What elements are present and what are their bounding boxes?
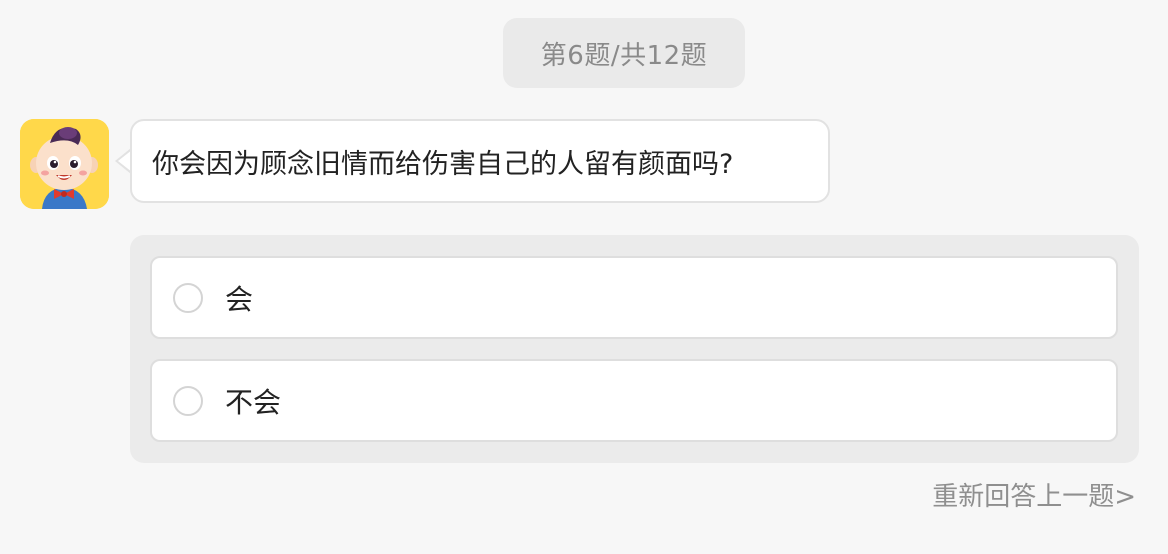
answer-option-label: 不会 [225,385,282,419]
answer-option-yes[interactable]: 会 [150,256,1118,339]
answer-options-panel: 会 不会 [130,235,1139,463]
question-bubble: 你会因为顾念旧情而给伤害自己的人留有颜面吗? [130,119,830,203]
answer-option-label: 会 [225,282,254,316]
question-text: 你会因为顾念旧情而给伤害自己的人留有颜面吗? [152,148,734,180]
question-progress-badge: 第6题/共12题 [503,18,745,88]
avatar [20,119,109,209]
cartoon-boy-avatar-icon [20,119,109,209]
radio-button-icon[interactable] [173,385,203,416]
redo-previous-question-link[interactable]: 重新回答上一题> [932,476,1136,513]
radio-button-icon[interactable] [173,282,203,313]
answer-option-no[interactable]: 不会 [150,359,1118,442]
question-progress-text: 第6题/共12题 [540,40,708,71]
